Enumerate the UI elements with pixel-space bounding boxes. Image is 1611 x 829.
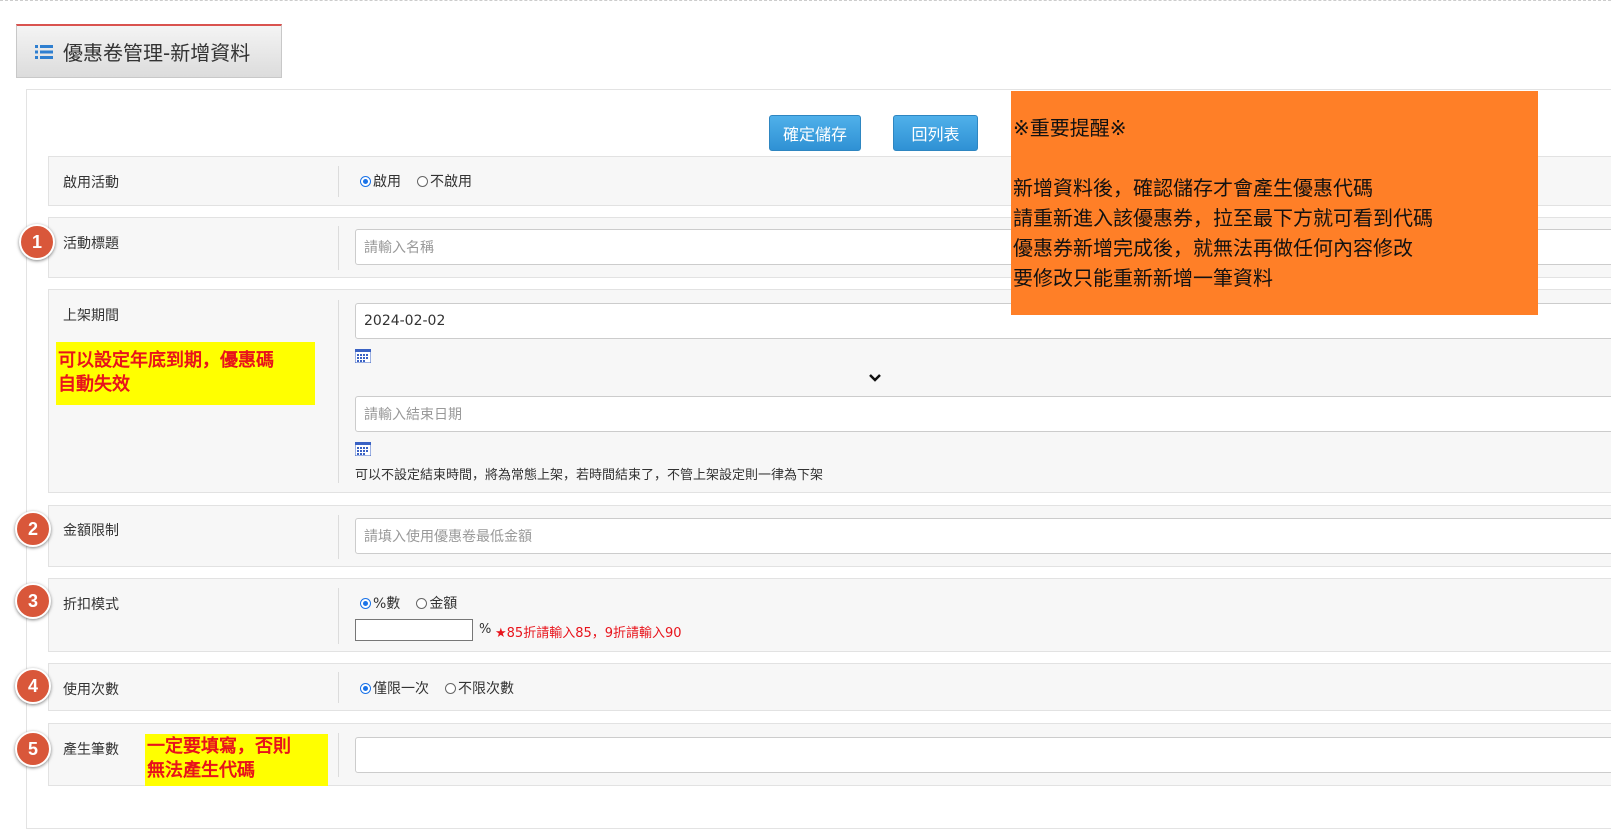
page-header: 優惠卷管理-新增資料: [16, 24, 282, 78]
count-input[interactable]: [355, 737, 1611, 773]
notice-line: 要修改只能重新新增一筆資料: [1013, 266, 1273, 290]
radio-selected-icon[interactable]: [360, 597, 371, 609]
usage-option-unlimited[interactable]: 不限次數: [445, 678, 514, 698]
row-divider: [338, 515, 339, 559]
row-divider: [338, 166, 339, 197]
calendar-icon[interactable]: [355, 349, 371, 363]
notice-line: 優惠券新增完成後，就無法再做任何內容修改: [1013, 236, 1413, 260]
row-divider: [338, 588, 339, 644]
period-label: 上架期間: [63, 308, 119, 324]
row-divider: [338, 672, 339, 703]
step-badge-5: 5: [15, 731, 51, 767]
activate-label: 啟用活動: [63, 175, 119, 191]
step-badge-2: 2: [15, 511, 51, 547]
step-badge-3: 3: [15, 583, 51, 619]
row-divider: [338, 226, 339, 270]
discount-option-percent[interactable]: %數: [360, 593, 400, 613]
row-amount: 金額限制 請填入使用優惠卷最低金額: [48, 505, 1611, 567]
step-badge-4: 4: [15, 668, 51, 704]
radio-icon[interactable]: [445, 682, 456, 694]
radio-selected-icon[interactable]: [360, 682, 371, 694]
save-button[interactable]: 確定儲存: [769, 115, 861, 151]
count-label: 產生筆數: [63, 742, 119, 758]
discount-label: 折扣模式: [63, 597, 119, 613]
end-date-input[interactable]: 請輸入結束日期: [355, 396, 1611, 432]
row-divider: [338, 300, 339, 483]
period-note: 可以設定年底到期，優惠碼 自動失效: [56, 342, 315, 405]
count-note: 一定要填寫，否則 無法產生代碼: [145, 734, 328, 786]
usage-option-once[interactable]: 僅限一次: [360, 678, 429, 698]
period-hint: 可以不設定結束時間，將為常態上架，若時間結束了，不管上架設定則一律為下架: [355, 468, 824, 483]
activate-radio-group: 啟用 不啟用: [360, 171, 488, 191]
chevron-down-icon: [869, 374, 881, 382]
title-label: 活動標題: [63, 236, 119, 252]
min-amount-input[interactable]: 請填入使用優惠卷最低金額: [355, 518, 1611, 554]
step-badge-1: 1: [19, 224, 55, 260]
amount-label: 金額限制: [63, 523, 119, 539]
usage-radio-group: 僅限一次 不限次數: [360, 678, 530, 698]
activate-option-off[interactable]: 不啟用: [417, 171, 472, 191]
discount-option-amount[interactable]: 金額: [416, 593, 457, 613]
calendar-icon[interactable]: [355, 442, 371, 456]
notice-heading: ※重要提醒※: [1013, 116, 1127, 140]
discount-unit: %: [479, 622, 492, 637]
radio-selected-icon[interactable]: [360, 175, 371, 187]
row-discount: 折扣模式 %數 金額 % ★85折請輸入85，9折請輸入90: [48, 578, 1611, 652]
list-icon: [35, 44, 53, 59]
top-divider: [0, 0, 1611, 1]
important-notice: ※重要提醒※ 新增資料後，確認儲存才會產生優惠代碼 請重新進入該優惠券，拉至最下…: [1011, 91, 1538, 315]
back-to-list-button[interactable]: 回列表: [893, 115, 978, 151]
page-title: 優惠卷管理-新增資料: [63, 41, 251, 65]
usage-label: 使用次數: [63, 682, 119, 698]
notice-line: 請重新進入該優惠券，拉至最下方就可看到代碼: [1013, 206, 1433, 230]
discount-radio-group: %數 金額: [360, 593, 473, 613]
radio-icon[interactable]: [417, 175, 428, 187]
notice-line: 新增資料後，確認儲存才會產生優惠代碼: [1013, 176, 1373, 200]
row-divider: [338, 733, 339, 777]
radio-icon[interactable]: [416, 597, 428, 609]
row-usage: 使用次數 僅限一次 不限次數: [48, 663, 1611, 711]
discount-hint: ★85折請輸入85，9折請輸入90: [495, 626, 682, 641]
discount-value-input[interactable]: [355, 619, 473, 641]
activate-option-on[interactable]: 啟用: [360, 171, 401, 191]
